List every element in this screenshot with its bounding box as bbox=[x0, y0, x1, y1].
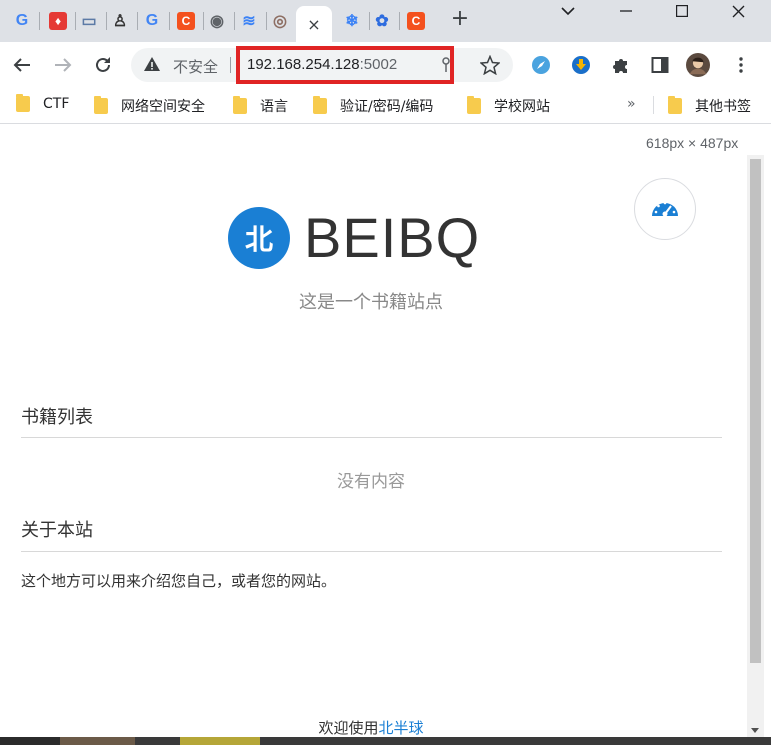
browser-tab[interactable]: G bbox=[8, 6, 36, 36]
maximize-icon[interactable] bbox=[654, 0, 710, 22]
tab-separator bbox=[39, 12, 40, 30]
bookmark-label: 学校网站 bbox=[494, 99, 550, 115]
bookmark-label: 其他书签 bbox=[695, 99, 751, 115]
bookmark-label: 网络空间安全 bbox=[121, 99, 205, 115]
os-taskbar bbox=[0, 737, 771, 745]
bookmark-verify-crypto[interactable]: 验证/密码/编码 bbox=[313, 96, 433, 116]
logo-mark: 北 bbox=[228, 207, 290, 269]
browser-tab[interactable]: C bbox=[402, 6, 430, 36]
c-orange-icon: C bbox=[407, 12, 425, 30]
site-logo[interactable]: 北 BEIBQ bbox=[228, 207, 480, 269]
bookmark-school-sites[interactable]: 学校网站 bbox=[467, 96, 550, 116]
bookmark-label: 验证/密码/编码 bbox=[340, 99, 434, 115]
close-tab-icon[interactable]: × bbox=[307, 15, 320, 34]
forward-arrow-icon[interactable] bbox=[51, 53, 75, 77]
bookmarks-bar: CTF 网络空间安全 语言 验证/密码/编码 学校网站 » 其他书签 bbox=[0, 88, 771, 124]
taskbar-segment bbox=[60, 737, 135, 745]
bookmark-other[interactable]: 其他书签 bbox=[668, 96, 751, 116]
address-divider bbox=[230, 57, 231, 73]
scrollbar-thumb[interactable] bbox=[750, 159, 761, 663]
c-orange-icon: C bbox=[177, 12, 195, 30]
browser-tab[interactable]: ◉ bbox=[203, 6, 231, 36]
warning-triangle-icon[interactable] bbox=[143, 56, 161, 76]
vertical-scrollbar[interactable] bbox=[747, 155, 764, 737]
profile-avatar[interactable] bbox=[686, 53, 710, 77]
divider bbox=[21, 437, 722, 438]
footer-link[interactable]: 北半球 bbox=[379, 719, 424, 737]
folder-icon bbox=[16, 94, 30, 112]
speedometer-icon bbox=[650, 196, 680, 222]
dashboard-button[interactable] bbox=[634, 178, 696, 240]
monitor-icon: ▭ bbox=[81, 13, 97, 30]
browser-tab[interactable]: ✿ bbox=[368, 6, 396, 36]
google-icon: G bbox=[15, 12, 29, 29]
browser-tab[interactable]: G bbox=[138, 6, 166, 36]
globe-icon: ◉ bbox=[210, 13, 224, 30]
back-arrow-icon[interactable] bbox=[10, 53, 34, 77]
bookmark-ctf[interactable]: CTF bbox=[16, 94, 70, 112]
scroll-down-arrow-icon[interactable] bbox=[751, 728, 759, 733]
bookmark-star-icon[interactable] bbox=[479, 54, 501, 79]
bookmark-languages[interactable]: 语言 bbox=[233, 96, 288, 116]
folder-icon bbox=[668, 96, 682, 114]
empty-state-text: 没有内容 bbox=[337, 472, 405, 492]
book-list-heading: 书籍列表 bbox=[21, 407, 93, 428]
security-status-label[interactable]: 不安全 bbox=[173, 56, 218, 77]
close-window-icon[interactable] bbox=[710, 0, 766, 22]
browser-tab[interactable]: ▭ bbox=[75, 6, 103, 36]
browser-tab[interactable]: C bbox=[172, 6, 200, 36]
taskbar-segment bbox=[180, 737, 260, 745]
csdn-icon: ♦ bbox=[49, 12, 67, 30]
viewport-size-indicator: 618px × 487px bbox=[646, 135, 739, 151]
browser-tab[interactable]: ❄ bbox=[338, 6, 366, 36]
about-text: 这个地方可以用来介绍您自己，或者您的网站。 bbox=[21, 572, 337, 590]
page-viewport: 618px × 487px 北 BEIBQ 这是一个书籍站点 书籍列表 没有内容… bbox=[0, 125, 771, 737]
folder-icon bbox=[94, 96, 108, 114]
bookmarks-separator bbox=[653, 96, 654, 114]
more-bookmarks-chevron-icon[interactable]: » bbox=[627, 96, 636, 112]
menu-kebab-icon[interactable] bbox=[729, 53, 753, 77]
tab-separator bbox=[169, 12, 170, 30]
browser-tab[interactable]: ≋ bbox=[235, 6, 263, 36]
paw-icon: ✿ bbox=[375, 13, 389, 30]
google-icon: G bbox=[145, 12, 159, 29]
folder-icon bbox=[313, 96, 327, 114]
browser-tab[interactable]: ◎ bbox=[266, 6, 294, 36]
folder-icon bbox=[233, 96, 247, 114]
location-pin-icon: ◎ bbox=[273, 13, 287, 30]
snowflake-icon: ❄ bbox=[345, 13, 359, 30]
taskbar-segment bbox=[0, 737, 60, 745]
site-tagline: 这是一个书籍站点 bbox=[299, 292, 443, 313]
footer-prefix: 欢迎使用 bbox=[318, 719, 379, 737]
tab-strip: G ♦ ▭ ♙ G C ◉ ≋ ◎ × ❄ ✿ C + bbox=[0, 0, 771, 42]
minimize-icon[interactable] bbox=[598, 0, 654, 22]
extension-download-icon[interactable] bbox=[569, 53, 593, 77]
side-panel-icon[interactable] bbox=[648, 53, 672, 77]
tab-active[interactable]: × bbox=[296, 6, 332, 42]
bookmark-label: CTF bbox=[43, 96, 70, 112]
layers-icon: ≋ bbox=[242, 13, 256, 30]
about-heading: 关于本站 bbox=[21, 520, 93, 541]
tab-separator bbox=[399, 12, 400, 30]
url-highlight-box bbox=[236, 46, 454, 84]
folder-icon bbox=[467, 96, 481, 114]
divider bbox=[21, 551, 722, 552]
linux-penguin-icon: ♙ bbox=[112, 13, 128, 30]
extension-compass-icon[interactable] bbox=[529, 53, 553, 77]
page-footer: 欢迎使用北半球 bbox=[0, 717, 742, 737]
bookmark-label: 语言 bbox=[260, 99, 288, 115]
extensions-puzzle-icon[interactable] bbox=[609, 53, 633, 77]
browser-tab[interactable]: ♙ bbox=[106, 6, 134, 36]
new-tab-button[interactable]: + bbox=[449, 8, 471, 31]
site-name: BEIBQ bbox=[304, 206, 481, 269]
reload-icon[interactable] bbox=[91, 53, 115, 77]
tab-search-chevron-icon[interactable] bbox=[540, 0, 596, 22]
bookmark-cyberspace-security[interactable]: 网络空间安全 bbox=[94, 96, 205, 116]
browser-tab[interactable]: ♦ bbox=[44, 6, 72, 36]
